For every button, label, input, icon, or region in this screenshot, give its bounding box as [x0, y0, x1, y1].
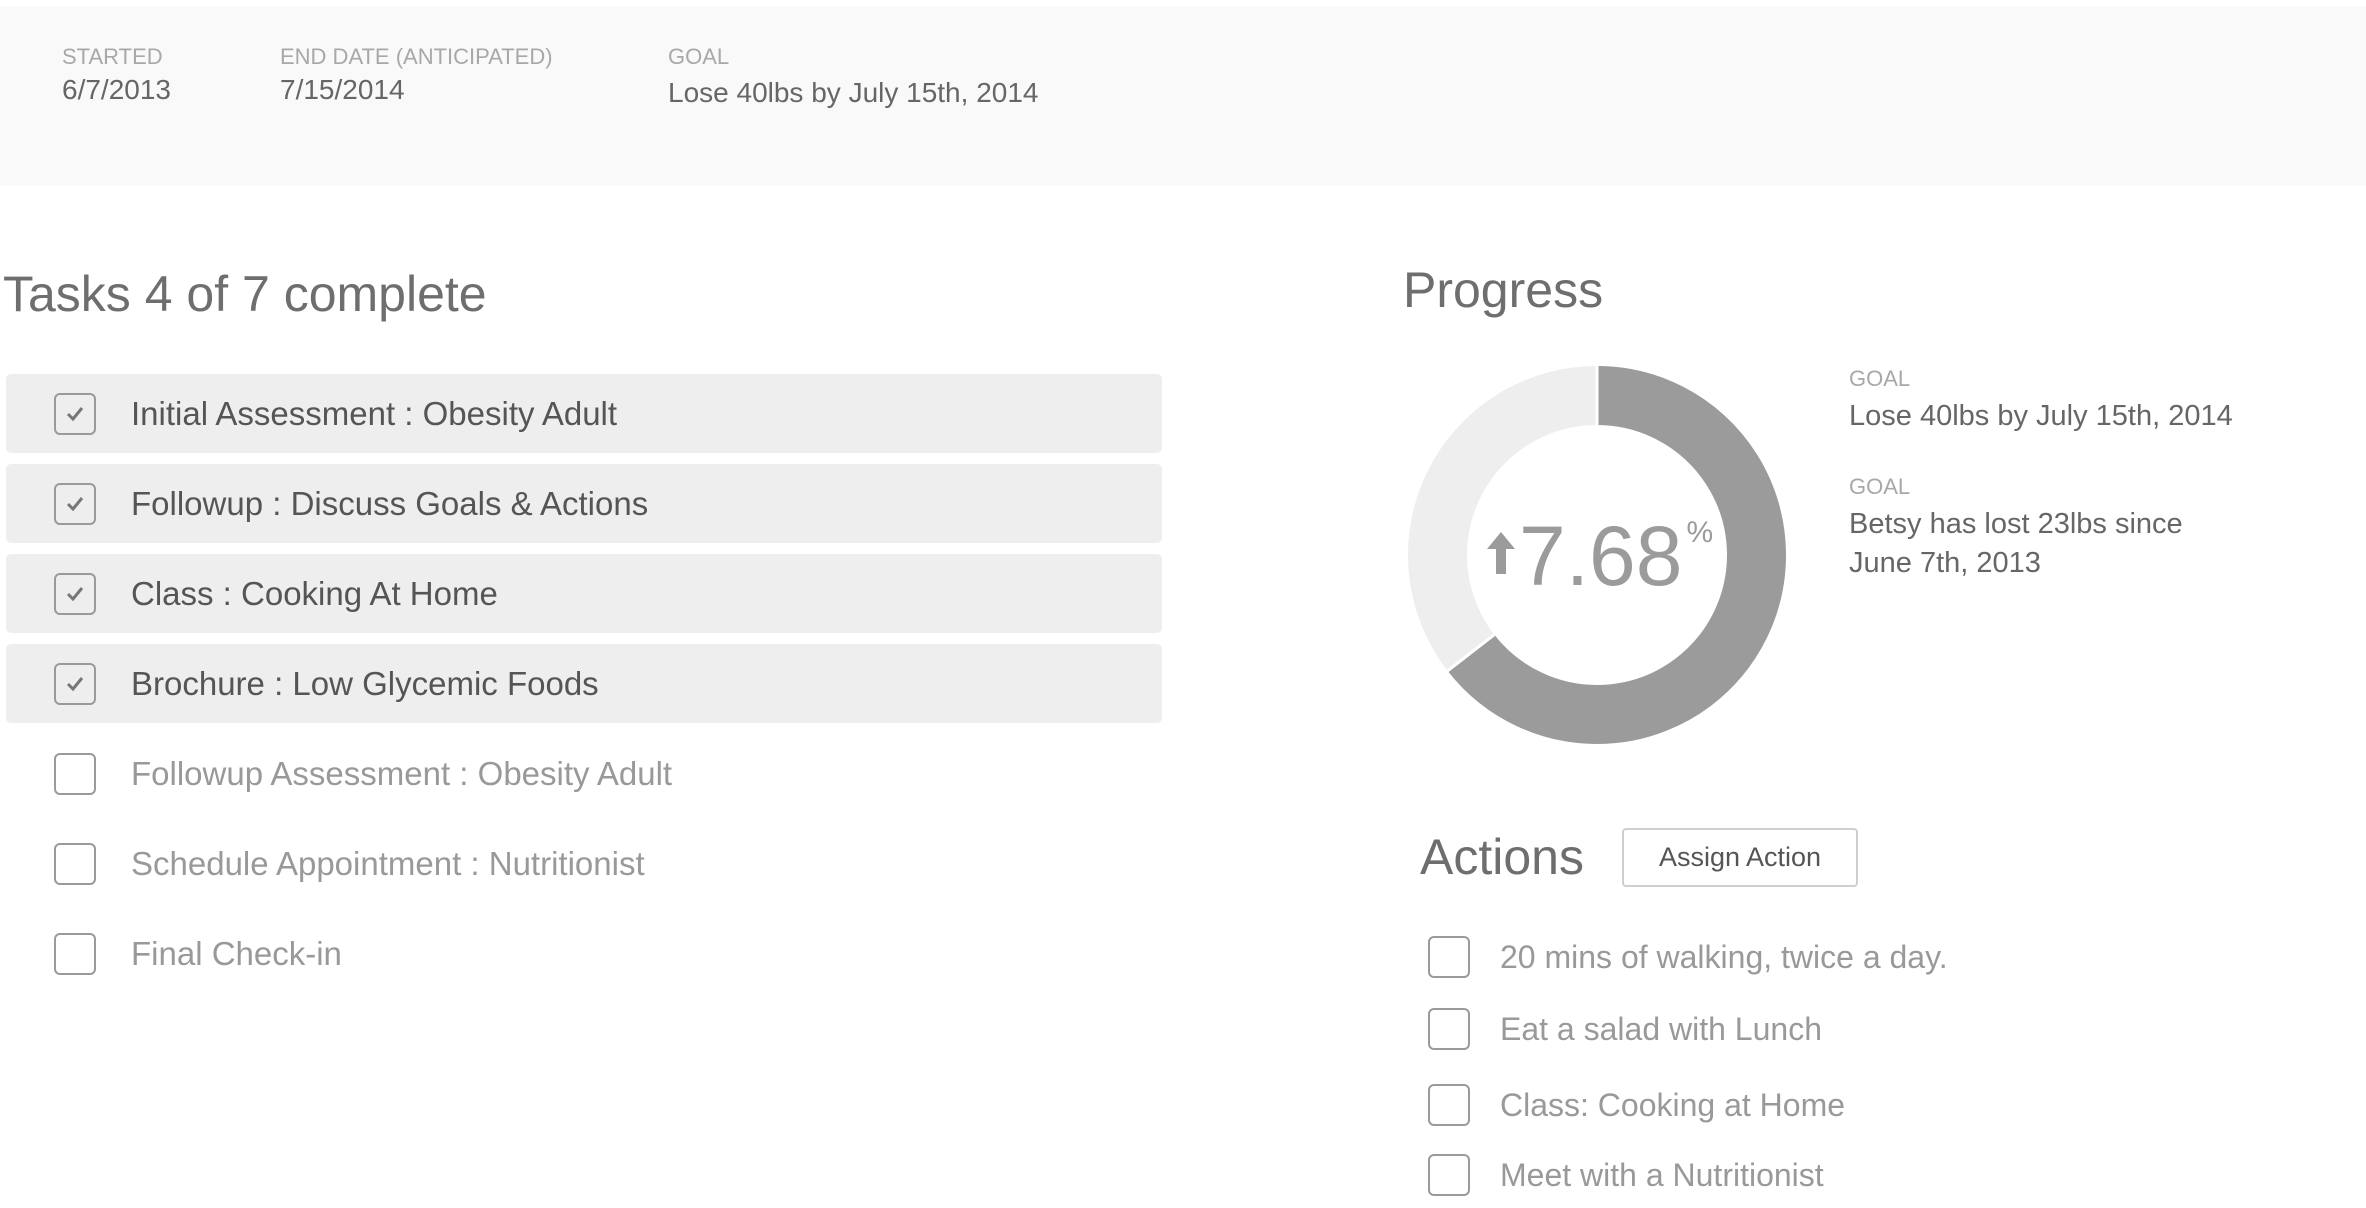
task-label: Final Check-in — [131, 934, 342, 972]
checkmark-icon — [66, 586, 84, 601]
action-item[interactable]: Meet with a Nutritionist — [1428, 1152, 1824, 1198]
action-label: Meet with a Nutritionist — [1500, 1156, 1824, 1193]
assign-action-button[interactable]: Assign Action — [1622, 828, 1858, 887]
checkmark-icon — [66, 676, 84, 691]
task-checkbox[interactable] — [54, 482, 96, 525]
action-label: Eat a salad with Lunch — [1500, 1010, 1822, 1047]
checkmark-icon — [66, 406, 84, 421]
task-checkbox[interactable] — [54, 932, 96, 975]
task-label: Brochure : Low Glycemic Foods — [131, 664, 599, 702]
action-item[interactable]: Eat a salad with Lunch — [1428, 1006, 1822, 1052]
progress-unit: % — [1686, 516, 1714, 549]
started-label: STARTED — [62, 44, 163, 69]
action-item[interactable]: Class: Cooking at Home — [1428, 1082, 1845, 1128]
actions-title: Actions — [1420, 829, 1584, 885]
end-date-label: END DATE (ANTICIPATED) — [280, 44, 553, 69]
task-label: Class : Cooking At Home — [131, 574, 498, 612]
task-checkbox[interactable] — [54, 752, 96, 795]
task-row[interactable]: Final Check-in — [6, 914, 1162, 993]
task-row[interactable]: Followup Assessment : Obesity Adult — [6, 734, 1162, 813]
started-value: 6/7/2013 — [62, 74, 171, 105]
task-row[interactable]: Schedule Appointment : Nutritionist — [6, 824, 1162, 903]
progress-value-group: 7.68 % — [1487, 509, 1713, 603]
action-checkbox[interactable] — [1428, 936, 1470, 978]
task-label: Initial Assessment : Obesity Adult — [131, 394, 618, 432]
task-label: Schedule Appointment : Nutritionist — [131, 844, 645, 882]
task-checkbox[interactable] — [54, 572, 96, 615]
task-row[interactable]: Class : Cooking At Home — [6, 554, 1162, 633]
progress-goal2-line1: Betsy has lost 23lbs since — [1849, 508, 2183, 540]
task-row[interactable]: Initial Assessment : Obesity Adult — [6, 374, 1162, 453]
action-label: 20 mins of walking, twice a day. — [1500, 938, 1948, 975]
task-label: Followup Assessment : Obesity Adult — [131, 754, 673, 792]
progress-value: 7.68 — [1519, 509, 1683, 603]
action-item[interactable]: 20 mins of walking, twice a day. — [1428, 934, 1948, 980]
task-checkbox[interactable] — [54, 392, 96, 435]
task-label: Followup : Discuss Goals & Actions — [131, 484, 649, 522]
checkmark-icon — [66, 496, 84, 511]
progress-goal2-label: GOAL — [1849, 474, 1911, 499]
task-row[interactable]: Brochure : Low Glycemic Foods — [6, 644, 1162, 723]
arrow-up-icon — [1487, 532, 1515, 574]
progress-goal1-label: GOAL — [1849, 366, 1911, 391]
end-date-value: 7/15/2014 — [280, 74, 405, 105]
tasks-title: Tasks 4 of 7 complete — [3, 266, 487, 322]
goal-label: GOAL — [668, 44, 730, 69]
action-label: Class: Cooking at Home — [1500, 1086, 1846, 1123]
progress-title: Progress — [1403, 262, 1604, 318]
progress-goal2-line2: June 7th, 2013 — [1849, 547, 2041, 579]
action-checkbox[interactable] — [1428, 1084, 1470, 1126]
task-row[interactable]: Followup : Discuss Goals & Actions — [6, 464, 1162, 543]
task-checkbox[interactable] — [54, 662, 96, 705]
action-checkbox[interactable] — [1428, 1008, 1470, 1050]
progress-goal1-value: Lose 40lbs by July 15th, 2014 — [1849, 400, 2233, 432]
action-checkbox[interactable] — [1428, 1154, 1470, 1196]
goal-value: Lose 40lbs by July 15th, 2014 — [668, 77, 1039, 108]
task-checkbox[interactable] — [54, 842, 96, 885]
